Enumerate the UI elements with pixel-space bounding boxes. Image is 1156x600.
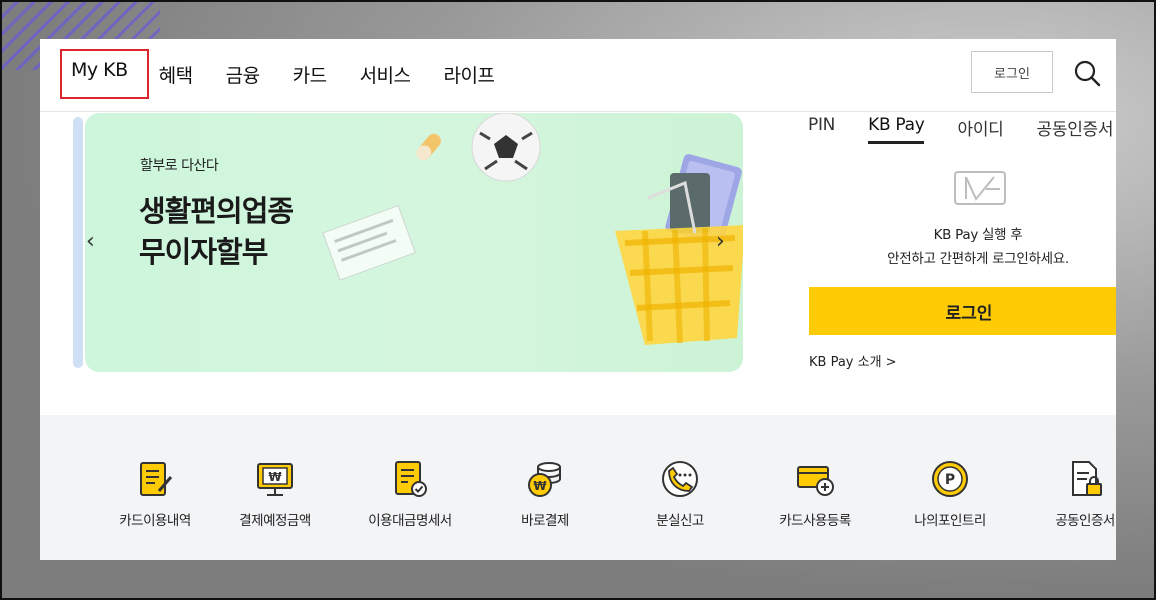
kb-pay-login-button[interactable]: 로그인 [809, 287, 1116, 335]
quick-item-card-register[interactable]: 카드사용등록 [750, 459, 880, 529]
header-login-button[interactable]: 로그인 [971, 51, 1053, 93]
kb-pay-login-message: KB Pay 실행 후 안전하고 간편하게 로그인하세요. [808, 223, 1116, 271]
main-nav: My KB 혜택 금융 카드 서비스 라이프 [60, 49, 527, 99]
certificate-icon [1072, 461, 1102, 496]
nav-item-service[interactable]: 서비스 [360, 51, 411, 98]
quick-item-instant-pay[interactable]: ₩ 바로결제 [480, 459, 610, 529]
quick-item-label: 카드사용등록 [779, 513, 851, 529]
svg-text:₩: ₩ [533, 479, 547, 493]
kb-card-page: My KB 혜택 금융 카드 서비스 라이프 로그인 할부로 다산다 생활편의업… [40, 39, 1116, 560]
quick-menu: 카드이용내역 ₩ 결제예정금액 이용대금명세서 ₩ 바로결제 분실신고 카드사용… [40, 415, 1116, 560]
nav-item-my-kb[interactable]: My KB [60, 49, 149, 99]
login-method-tabs: PIN KB Pay 아이디 공동인증서 [808, 115, 1114, 144]
instant-pay-icon: ₩ [528, 462, 561, 497]
quick-item-certificate[interactable]: 공동인증서 [1020, 459, 1116, 529]
quick-item-label: 카드이용내역 [119, 513, 191, 529]
svg-text:₩: ₩ [268, 470, 282, 484]
statement-icon [395, 461, 427, 497]
payment-due-icon: ₩ [257, 463, 293, 496]
banner-title-line-1: 생활편의업종 [139, 194, 294, 228]
lost-report-icon [662, 461, 698, 497]
top-header: My KB 혜택 금융 카드 서비스 라이프 로그인 [40, 39, 1116, 112]
quick-item-label: 이용대금명세서 [368, 513, 452, 529]
banner-title: 생활편의업종 무이자할부 [139, 191, 294, 273]
quick-item-label: 결제예정금액 [239, 513, 311, 529]
message-line-2: 안전하고 간편하게 로그인하세요. [887, 251, 1069, 267]
search-icon[interactable] [1073, 59, 1101, 87]
kb-pay-intro-link[interactable]: KB Pay 소개 > [809, 351, 897, 370]
quick-item-statement[interactable]: 이용대금명세서 [345, 459, 475, 529]
tab-pin[interactable]: PIN [808, 115, 835, 144]
nav-item-finance[interactable]: 금융 [226, 51, 260, 98]
nav-item-card[interactable]: 카드 [293, 51, 327, 98]
banner-subtitle: 할부로 다산다 [140, 158, 219, 174]
quick-item-label: 나의포인트리 [914, 513, 986, 529]
nav-item-benefits[interactable]: 혜택 [159, 51, 193, 98]
quick-item-label: 분실신고 [656, 513, 704, 529]
nav-item-life[interactable]: 라이프 [444, 51, 495, 98]
quick-item-pointree[interactable]: P 나의포인트리 [885, 459, 1015, 529]
promo-banner[interactable]: 할부로 다산다 생활편의업종 무이자할부 [85, 113, 743, 372]
quick-item-label: 공동인증서 [1055, 513, 1115, 529]
card-register-icon [797, 466, 834, 496]
quick-item-card-usage[interactable]: 카드이용내역 [90, 459, 220, 529]
prev-banner-peek [73, 117, 83, 368]
svg-text:P: P [945, 472, 955, 488]
banner-prev-button[interactable]: ‹ [86, 229, 95, 254]
message-line-1: KB Pay 실행 후 [933, 227, 1023, 243]
quick-item-lost-report[interactable]: 분실신고 [615, 459, 745, 529]
tab-kb-pay[interactable]: KB Pay [868, 115, 925, 144]
banner-title-line-2: 무이자할부 [139, 235, 268, 269]
tab-id[interactable]: 아이디 [957, 115, 1003, 144]
tab-certificate[interactable]: 공동인증서 [1037, 115, 1114, 144]
banner-next-button[interactable]: › [716, 229, 725, 254]
quick-item-payment-due[interactable]: ₩ 결제예정금액 [210, 459, 340, 529]
quick-item-label: 바로결제 [521, 513, 569, 529]
card-usage-icon [140, 462, 173, 496]
kb-pay-app-icon [954, 171, 1006, 205]
pointree-icon: P [932, 461, 968, 497]
